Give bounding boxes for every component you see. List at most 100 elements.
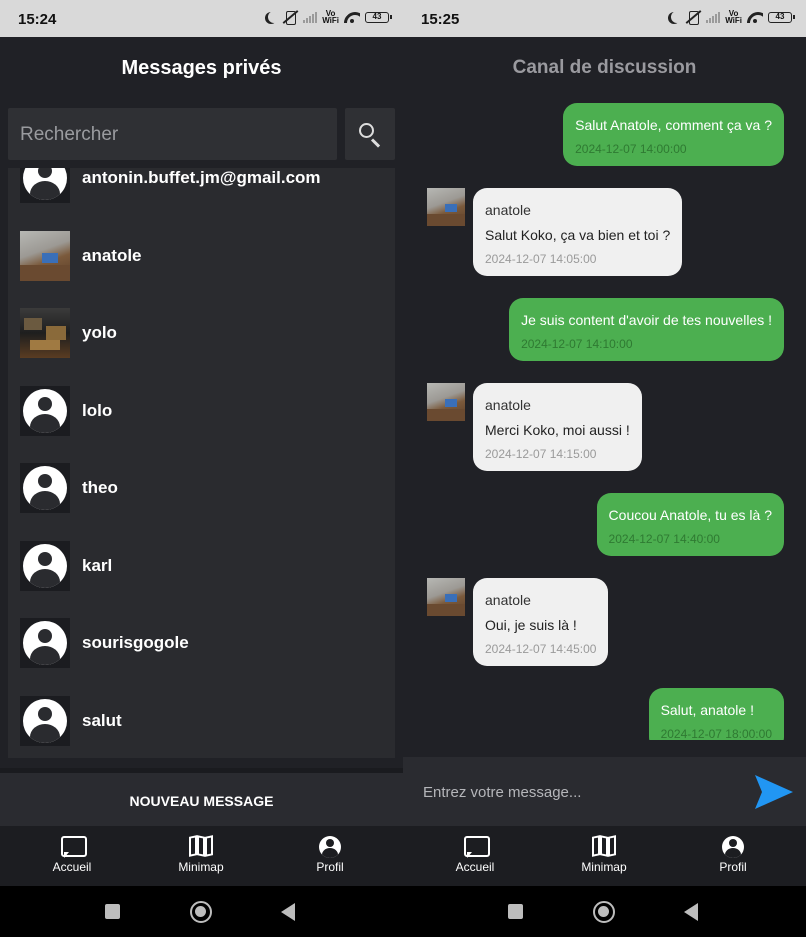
message-text: Salut Koko, ça va bien et toi ? xyxy=(485,227,671,243)
avatar xyxy=(427,578,465,616)
map-icon xyxy=(592,835,616,858)
contact-name: karl xyxy=(82,555,113,575)
vibrate-off-icon xyxy=(282,10,298,25)
new-message-button[interactable]: NOUVEAU MESSAGE xyxy=(0,768,403,826)
contact-item[interactable]: theo xyxy=(8,449,395,527)
incoming-message[interactable]: anatole Merci Koko, moi aussi ! 2024-12-07… xyxy=(473,383,642,471)
message-timestamp: 2024-12-07 18:00:00 xyxy=(660,727,772,740)
vowifi-icon: Vo WiFi xyxy=(322,9,339,25)
status-icons: Vo WiFi 43 xyxy=(265,9,392,25)
contact-item[interactable]: yolo xyxy=(8,294,395,372)
message-composer: Entrez votre message... xyxy=(403,757,806,826)
nav-accueil[interactable]: Accueil xyxy=(430,836,520,874)
message-text: Salut Anatole, comment ça va ? xyxy=(575,117,772,133)
private-messages-screen: 15:24 Vo WiFi 43 Messages privés Recherch… xyxy=(0,0,403,937)
avatar xyxy=(20,230,70,281)
message-text: Coucou Anatole, tu es là ? xyxy=(608,507,772,523)
incoming-message[interactable]: anatole Oui, je suis là ! 2024-12-07 14:45… xyxy=(473,578,609,666)
system-nav-bar xyxy=(403,886,806,937)
contact-name: yolo xyxy=(82,323,117,342)
message-list[interactable]: Salut Anatole, comment ça va ? 2024-12-07… xyxy=(403,95,806,740)
system-nav-bar xyxy=(0,886,403,937)
contact-name: antonin.buffet.jm@gmail.com xyxy=(82,168,321,187)
avatar xyxy=(427,383,465,421)
message-text: Je suis content d'avoir de tes nouvelles… xyxy=(521,312,772,328)
signal-icon xyxy=(706,11,721,23)
default-avatar-icon xyxy=(20,168,70,203)
status-time: 15:25 xyxy=(421,11,460,28)
recents-icon[interactable] xyxy=(105,904,120,919)
outgoing-message[interactable]: Salut, anatole ! 2024-12-07 18:00:00 xyxy=(648,688,784,740)
message-timestamp: 2024-12-07 14:40:00 xyxy=(608,532,720,546)
nav-accueil[interactable]: Accueil xyxy=(27,836,117,874)
contact-item[interactable]: sourisgogole xyxy=(8,604,395,682)
default-avatar-icon xyxy=(20,540,70,591)
signal-icon xyxy=(303,11,318,23)
wifi-icon xyxy=(344,11,360,23)
outgoing-message[interactable]: Je suis content d'avoir de tes nouvelles… xyxy=(509,298,784,361)
back-icon[interactable] xyxy=(281,903,295,921)
default-avatar-icon xyxy=(20,385,70,436)
message-timestamp: 2024-12-07 14:10:00 xyxy=(521,337,633,351)
incoming-message[interactable]: anatole Salut Koko, ça va bien et toi ? 20… xyxy=(473,188,683,276)
contact-name: theo xyxy=(82,478,118,497)
contact-name: sourisgogole xyxy=(82,633,189,652)
avatar xyxy=(427,188,465,226)
contact-item[interactable]: anatole xyxy=(8,217,395,295)
chat-channel-screen: 15:25 Vo WiFi 43 Canal de discussion Salu… xyxy=(403,0,806,937)
contact-name: anatole xyxy=(82,245,142,265)
avatar xyxy=(20,308,70,358)
battery-icon: 43 xyxy=(365,11,392,23)
contact-item[interactable]: salut xyxy=(8,682,395,759)
search-icon xyxy=(359,123,374,138)
contact-item[interactable]: karl xyxy=(8,527,395,605)
search-button[interactable] xyxy=(345,108,395,160)
message-input[interactable]: Entrez votre message... xyxy=(423,784,581,801)
nav-profil[interactable]: Profil xyxy=(285,836,375,874)
status-icons: Vo WiFi 43 xyxy=(668,9,795,25)
vowifi-icon: Vo WiFi xyxy=(725,9,742,25)
message-sender: anatole xyxy=(485,592,531,608)
outgoing-message[interactable]: Coucou Anatole, tu es là ? 2024-12-07 14:… xyxy=(596,493,784,556)
nav-minimap[interactable]: Minimap xyxy=(559,835,649,874)
send-icon[interactable] xyxy=(753,771,795,813)
message-sender: anatole xyxy=(485,202,531,218)
status-time: 15:24 xyxy=(18,11,57,28)
profile-icon xyxy=(722,836,744,858)
search-input[interactable]: Rechercher xyxy=(8,108,337,160)
contact-list[interactable]: antonin.buffet.jm@gmail.com anatole yolo lo… xyxy=(8,168,395,758)
profile-icon xyxy=(319,836,341,858)
wifi-icon xyxy=(747,11,763,23)
bottom-nav: Accueil Minimap Profil xyxy=(0,826,403,886)
battery-icon: 43 xyxy=(768,11,795,23)
outgoing-message[interactable]: Salut Anatole, comment ça va ? 2024-12-07… xyxy=(563,103,784,166)
status-bar: 15:25 Vo WiFi 43 xyxy=(403,0,806,37)
home-icon[interactable] xyxy=(593,901,615,923)
message-text: Salut, anatole ! xyxy=(660,702,754,718)
page-title: Canal de discussion xyxy=(512,57,697,78)
back-icon[interactable] xyxy=(684,903,698,921)
home-icon[interactable] xyxy=(190,901,212,923)
contact-item[interactable]: lolo xyxy=(8,372,395,450)
recents-icon[interactable] xyxy=(508,904,523,919)
default-avatar-icon xyxy=(20,695,70,746)
message-timestamp: 2024-12-07 14:45:00 xyxy=(485,642,597,656)
nav-minimap[interactable]: Minimap xyxy=(156,835,246,874)
contact-item[interactable]: antonin.buffet.jm@gmail.com xyxy=(8,168,395,217)
chat-icon xyxy=(61,836,87,858)
vibrate-off-icon xyxy=(685,10,701,25)
status-bar: 15:24 Vo WiFi 43 xyxy=(0,0,403,37)
default-avatar-icon xyxy=(20,618,70,668)
contact-name: lolo xyxy=(82,400,113,420)
message-text: Oui, je suis là ! xyxy=(485,617,577,633)
nav-profil[interactable]: Profil xyxy=(688,836,778,874)
do-not-disturb-icon xyxy=(268,11,280,23)
do-not-disturb-icon xyxy=(671,11,683,23)
bottom-nav: Accueil Minimap Profil xyxy=(403,826,806,886)
chat-icon xyxy=(464,836,490,858)
default-avatar-icon xyxy=(20,463,70,513)
message-text: Merci Koko, moi aussi ! xyxy=(485,422,630,438)
message-timestamp: 2024-12-07 14:05:00 xyxy=(485,252,597,266)
page-title: Messages privés xyxy=(121,57,282,79)
message-timestamp: 2024-12-07 14:00:00 xyxy=(575,142,687,156)
